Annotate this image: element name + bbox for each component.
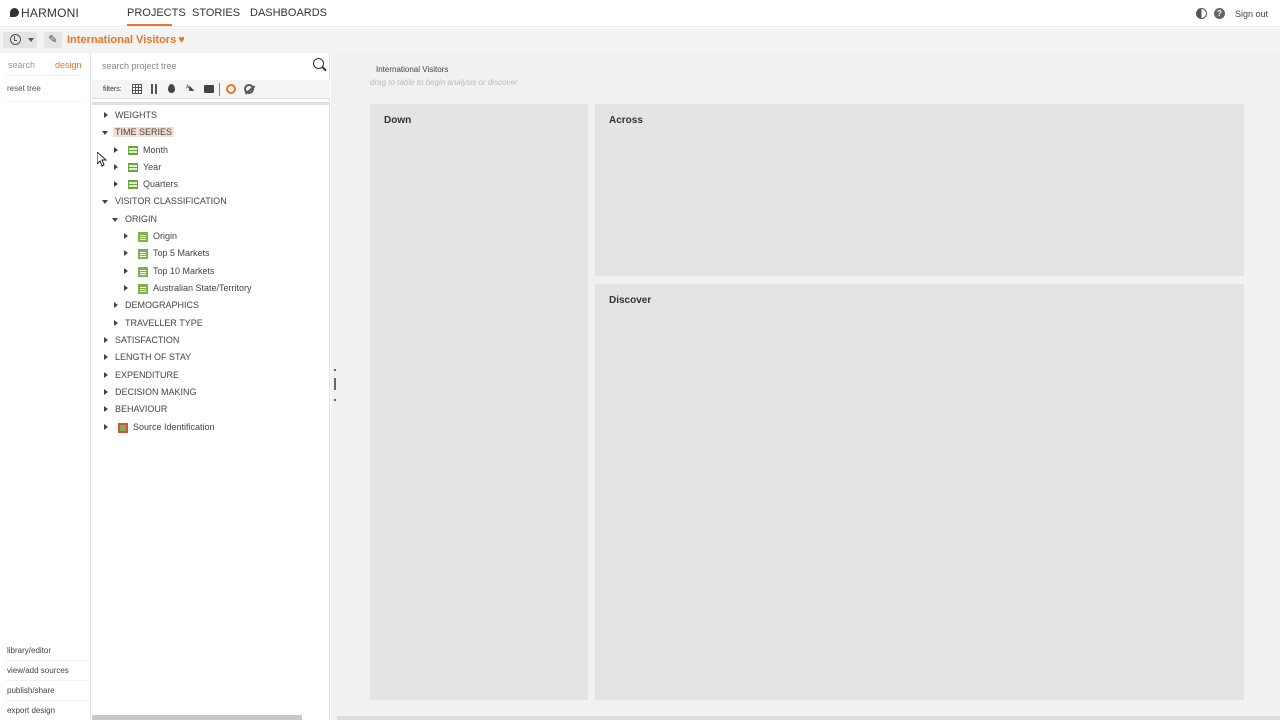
drop-zone-across[interactable]: Across bbox=[595, 104, 1244, 276]
divider bbox=[219, 83, 220, 96]
tab-search[interactable]: search bbox=[8, 60, 35, 70]
heart-icon[interactable]: ♥ bbox=[178, 34, 185, 46]
source-icon bbox=[118, 423, 128, 433]
expand-arrow-icon[interactable] bbox=[114, 320, 118, 326]
history-icon bbox=[10, 34, 21, 45]
zone-label-discover: Discover bbox=[609, 295, 652, 306]
pencil-icon: ✎ bbox=[48, 34, 58, 46]
divider bbox=[6, 75, 82, 76]
search-icon[interactable] bbox=[313, 58, 324, 69]
app-logo[interactable]: HARMONI bbox=[10, 6, 79, 20]
expand-arrow-icon[interactable] bbox=[114, 302, 118, 308]
folder-filter-icon[interactable] bbox=[204, 85, 214, 93]
expand-arrow-icon[interactable] bbox=[124, 233, 128, 239]
expand-arrow-icon[interactable] bbox=[104, 389, 108, 395]
collapse-arrow-icon[interactable] bbox=[112, 218, 118, 222]
expand-arrow-icon[interactable] bbox=[114, 147, 118, 153]
grip-icon bbox=[334, 378, 336, 390]
expand-arrow-icon[interactable] bbox=[114, 164, 118, 170]
drop-zone-discover[interactable]: Discover bbox=[595, 284, 1244, 700]
project-toolbar: ✎ International Visitors ♥ bbox=[0, 28, 1280, 53]
publish-share-link[interactable]: publish/share bbox=[7, 686, 55, 695]
expand-arrow-icon[interactable] bbox=[104, 337, 108, 343]
location-filter-icon[interactable] bbox=[168, 84, 175, 93]
tree-scroll-track bbox=[92, 102, 330, 105]
project-tree-panel: filters: ᴬ◣ WEIGHTS TIME SERIES Month bbox=[92, 53, 330, 720]
expand-arrow-icon[interactable] bbox=[104, 354, 108, 360]
drop-zone-down[interactable]: Down bbox=[370, 104, 588, 700]
library-editor-link[interactable]: library/editor bbox=[7, 646, 51, 655]
nav-tab-projects[interactable]: PROJECTS bbox=[127, 7, 186, 19]
variable-icon bbox=[138, 249, 148, 259]
variable-icon bbox=[138, 267, 148, 277]
divider bbox=[6, 660, 88, 661]
expand-arrow-icon[interactable] bbox=[104, 424, 108, 430]
collapse-arrow-icon[interactable] bbox=[102, 200, 108, 204]
nav-tab-stories[interactable]: STORIES bbox=[192, 7, 240, 19]
table-filter-icon[interactable] bbox=[132, 84, 142, 94]
collapse-arrow-icon[interactable] bbox=[102, 131, 108, 135]
divider bbox=[6, 101, 82, 102]
analysis-canvas: International Visitors drag to table to … bbox=[337, 53, 1280, 720]
divider bbox=[6, 700, 88, 701]
table-icon bbox=[128, 163, 138, 172]
filters-label: filters: bbox=[103, 86, 122, 93]
expand-arrow-icon[interactable] bbox=[124, 285, 128, 291]
expand-arrow-icon[interactable] bbox=[104, 372, 108, 378]
top-nav-bar: HARMONI PROJECTS STORIES DASHBOARDS ? Si… bbox=[0, 0, 1280, 27]
expand-arrow-icon[interactable] bbox=[104, 406, 108, 412]
search-project-tree-input[interactable] bbox=[102, 58, 302, 74]
show-visible-icon[interactable] bbox=[226, 84, 236, 94]
divider bbox=[6, 680, 88, 681]
help-icon[interactable]: ? bbox=[1214, 8, 1225, 19]
sign-out-link[interactable]: Sign out bbox=[1235, 9, 1268, 19]
export-design-link[interactable]: export design bbox=[7, 706, 55, 715]
contrast-toggle-icon[interactable] bbox=[1196, 8, 1207, 19]
show-hidden-icon[interactable] bbox=[244, 84, 254, 94]
view-add-sources-link[interactable]: view/add sources bbox=[7, 666, 69, 675]
variable-icon bbox=[138, 284, 148, 294]
nav-tab-dashboards[interactable]: DASHBOARDS bbox=[250, 7, 327, 19]
expand-arrow-icon[interactable] bbox=[124, 268, 128, 274]
reset-tree-link[interactable]: reset tree bbox=[7, 84, 41, 93]
edit-project-button[interactable]: ✎ bbox=[44, 32, 62, 48]
horizontal-scrollbar[interactable] bbox=[92, 715, 302, 720]
text-filter-icon[interactable]: ᴬ◣ bbox=[186, 84, 196, 94]
variable-icon bbox=[138, 232, 148, 242]
expand-arrow-icon[interactable] bbox=[114, 181, 118, 187]
grip-icon bbox=[334, 369, 336, 371]
column-filter-icon[interactable] bbox=[151, 84, 157, 94]
active-tab-underline bbox=[127, 24, 172, 26]
zone-label-down: Down bbox=[384, 115, 412, 126]
table-icon bbox=[128, 180, 138, 189]
grip-icon bbox=[334, 399, 336, 401]
project-title: International Visitors ♥ bbox=[67, 34, 185, 46]
expand-arrow-icon[interactable] bbox=[104, 112, 108, 118]
history-dropdown-button[interactable] bbox=[3, 32, 37, 48]
filters-toolbar: filters: ᴬ◣ bbox=[92, 80, 330, 99]
harmoni-logo-icon bbox=[10, 8, 19, 17]
canvas-title: International Visitors bbox=[376, 65, 449, 74]
bottom-scroll-strip bbox=[337, 716, 1280, 720]
expand-arrow-icon[interactable] bbox=[124, 250, 128, 256]
zone-label-across: Across bbox=[609, 115, 643, 126]
canvas-hint: drag to table to begin analysis or disco… bbox=[370, 78, 518, 87]
table-icon bbox=[128, 146, 138, 155]
tab-design[interactable]: design bbox=[55, 60, 82, 70]
chevron-down-icon bbox=[28, 38, 34, 42]
left-sidebar: search design reset tree library/editor … bbox=[0, 53, 91, 720]
